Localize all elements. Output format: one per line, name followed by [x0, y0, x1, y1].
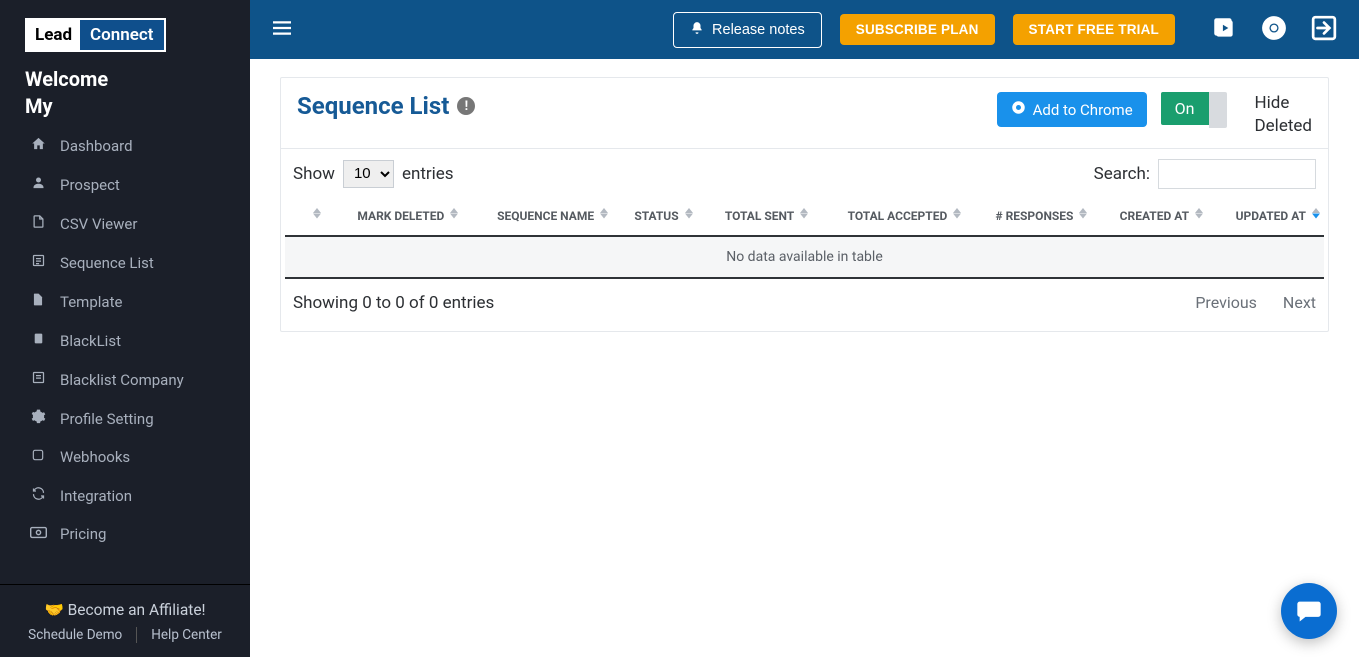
affiliate-link[interactable]: 🤝 Become an Affiliate!: [0, 595, 250, 627]
add-to-chrome-button[interactable]: Add to Chrome: [997, 92, 1147, 127]
release-notes-label: Release notes: [712, 22, 805, 38]
entries-select[interactable]: 10: [343, 160, 394, 188]
welcome-line2: My: [25, 93, 225, 120]
tablet-icon: [30, 331, 46, 350]
sidebar-item-label: Template: [60, 293, 122, 311]
col-created-at[interactable]: CREATED AT: [1091, 197, 1207, 236]
logo-left: Lead: [27, 20, 80, 50]
sidebar-item-label: Pricing: [60, 525, 106, 543]
video-icon[interactable]: [1211, 15, 1237, 45]
sidebar-item-label: Blacklist Company: [60, 371, 184, 389]
sidebar-item-template[interactable]: Template: [0, 282, 250, 321]
sidebar-item-profile-setting[interactable]: Profile Setting: [0, 399, 250, 438]
sidebar-item-pricing[interactable]: Pricing: [0, 515, 250, 553]
logo-right: Connect: [80, 20, 163, 50]
sidebar-item-label: Dashboard: [60, 137, 133, 155]
table-info: Showing 0 to 0 of 0 entries: [293, 293, 494, 313]
col-mark-deleted[interactable]: MARK DELETED: [325, 197, 462, 236]
hide-deleted-toggle[interactable]: On: [1161, 92, 1227, 128]
gear-icon: [30, 409, 46, 428]
col-sequence-name[interactable]: SEQUENCE NAME: [462, 197, 612, 236]
sidebar-item-dashboard[interactable]: Dashboard: [0, 126, 250, 165]
logout-icon[interactable]: [1311, 15, 1337, 45]
next-button[interactable]: Next: [1283, 293, 1316, 312]
sidebar-item-webhooks[interactable]: Webhooks: [0, 438, 250, 476]
sidebar-item-label: Sequence List: [60, 254, 154, 272]
subscribe-plan-button[interactable]: SUBSCRIBE PLAN: [840, 14, 995, 45]
sidebar-item-blacklist-company[interactable]: Blacklist Company: [0, 360, 250, 399]
sidebar-item-csv-viewer[interactable]: CSV Viewer: [0, 204, 250, 243]
schedule-demo-link[interactable]: Schedule Demo: [28, 627, 122, 643]
toggle-on-label: On: [1161, 92, 1209, 125]
handshake-icon: 🤝: [44, 601, 63, 619]
money-icon: [30, 525, 46, 543]
topbar: Release notes SUBSCRIBE PLAN START FREE …: [250, 0, 1359, 59]
welcome-block: Welcome My: [0, 62, 250, 120]
sidebar-item-prospect[interactable]: Prospect: [0, 165, 250, 204]
sidebar-item-sequence-list[interactable]: Sequence List: [0, 243, 250, 282]
bell-icon: [690, 21, 704, 39]
add-to-chrome-label: Add to Chrome: [1033, 101, 1133, 119]
entries-label: entries: [402, 164, 454, 184]
divider: [136, 627, 137, 643]
col-total-sent[interactable]: TOTAL SENT: [697, 197, 813, 236]
sidebar-item-label: CSV Viewer: [60, 215, 137, 233]
start-free-trial-button[interactable]: START FREE TRIAL: [1013, 14, 1175, 45]
col-status[interactable]: STATUS: [612, 197, 697, 236]
main-area: Release notes SUBSCRIBE PLAN START FREE …: [250, 0, 1359, 657]
help-center-link[interactable]: Help Center: [151, 627, 222, 643]
col-updated-at[interactable]: UPDATED AT: [1207, 197, 1324, 236]
user-icon: [30, 175, 46, 194]
chat-button[interactable]: [1281, 583, 1337, 639]
sidebar: Lead Connect Welcome My Dashboard Prospe…: [0, 0, 250, 657]
sidebar-item-label: Profile Setting: [60, 410, 154, 428]
no-data-row: No data available in table: [285, 236, 1324, 278]
info-icon[interactable]: !: [457, 97, 475, 115]
square-icon: [30, 448, 46, 466]
list-icon: [30, 253, 46, 272]
sidebar-item-label: Webhooks: [60, 448, 130, 466]
welcome-line1: Welcome: [25, 66, 225, 93]
search-input[interactable]: [1158, 159, 1316, 189]
logo[interactable]: Lead Connect: [0, 0, 250, 62]
sidebar-item-integration[interactable]: Integration: [0, 476, 250, 515]
search-label: Search:: [1094, 164, 1150, 184]
col-blank[interactable]: [285, 197, 325, 236]
chrome-icon[interactable]: [1261, 15, 1287, 45]
prev-button[interactable]: Previous: [1195, 293, 1257, 312]
refresh-icon: [30, 486, 46, 505]
toggle-handle: [1209, 92, 1227, 128]
sequence-list-card: Sequence List ! Add to Chrome On: [280, 77, 1329, 332]
file-export-icon: [30, 214, 46, 233]
dashboard-icon: [30, 136, 46, 155]
list-alt-icon: [30, 370, 46, 389]
sidebar-item-label: Integration: [60, 487, 132, 505]
col-responses[interactable]: # RESPONSES: [965, 197, 1091, 236]
col-total-accepted[interactable]: TOTAL ACCEPTED: [812, 197, 965, 236]
sidebar-nav: Dashboard Prospect CSV Viewer Sequence L…: [0, 126, 250, 584]
hide-deleted-label: HideDeleted: [1255, 92, 1312, 138]
page-title: Sequence List !: [297, 92, 475, 120]
file-icon: [30, 292, 46, 311]
sidebar-item-label: Prospect: [60, 176, 120, 194]
no-data-message: No data available in table: [285, 236, 1324, 278]
release-notes-button[interactable]: Release notes: [673, 12, 822, 48]
sidebar-item-blacklist[interactable]: BlackList: [0, 321, 250, 360]
sequence-table: MARK DELETED SEQUENCE NAME STATUS TOTAL …: [285, 197, 1324, 279]
chrome-small-icon: [1011, 100, 1026, 119]
sidebar-footer: 🤝 Become an Affiliate! Schedule Demo Hel…: [0, 584, 250, 657]
hamburger-icon[interactable]: [272, 18, 292, 42]
show-label: Show: [293, 164, 335, 184]
sidebar-item-label: BlackList: [60, 332, 121, 350]
